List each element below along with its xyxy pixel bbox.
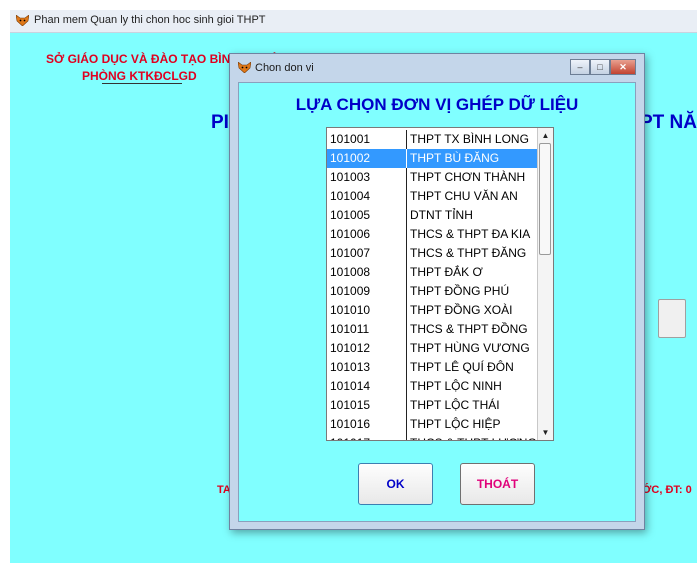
unit-code: 101017: [327, 434, 406, 440]
list-item[interactable]: 101003 THPT CHƠN THÀNH: [327, 168, 537, 187]
vertical-scrollbar[interactable]: ▲ ▼: [537, 128, 553, 440]
scroll-thumb[interactable]: [539, 143, 551, 255]
list-item[interactable]: 101016 THPT LỘC HIỆP: [327, 415, 537, 434]
dialog-title-bar[interactable]: Chon don vi – □ ✕: [230, 54, 644, 82]
select-unit-dialog: Chon don vi – □ ✕ LỰA CHỌN ĐƠN VỊ GHÉP D…: [229, 53, 645, 530]
unit-name: THPT ĐẮK Ơ: [406, 263, 537, 282]
footer-right: ỚC, ĐT: 0: [642, 484, 692, 496]
unit-code: 101009: [330, 284, 371, 298]
unit-name: THPT LỘC THÁI: [406, 396, 537, 415]
department-header-line2: PHÒNG KTKĐCLGD: [82, 69, 197, 83]
unit-name: THPT LÊ QUÍ ĐÔN: [406, 358, 537, 377]
unit-name: THPT BÙ ĐĂNG: [406, 149, 537, 168]
close-button[interactable]: ✕: [610, 59, 636, 75]
minimize-icon: –: [577, 61, 583, 72]
fox-icon: [238, 62, 251, 73]
maximize-button[interactable]: □: [590, 59, 610, 75]
unit-code: 101004: [330, 189, 371, 203]
list-item[interactable]: 101009 THPT ĐỒNG PHÚ: [327, 282, 537, 301]
scroll-up-icon[interactable]: ▲: [538, 128, 553, 143]
unit-code: 101008: [330, 265, 371, 279]
list-item[interactable]: 101011 THCS & THPT ĐỒNG: [327, 320, 537, 339]
main-window-title: Phan mem Quan ly thi chon hoc sinh gioi …: [34, 14, 266, 26]
unit-code: 101001: [330, 132, 371, 146]
unit-code: 101003: [330, 170, 371, 184]
list-item[interactable]: 101010 THPT ĐỒNG XOÀI: [327, 301, 537, 320]
unit-code: 101006: [330, 227, 371, 241]
list-item[interactable]: 101005 DTNT TỈNH: [327, 206, 537, 225]
ok-button[interactable]: OK: [358, 463, 433, 505]
unit-name: THPT ĐỒNG XOÀI: [406, 301, 537, 320]
unit-code: 101016: [330, 417, 371, 431]
unit-name: THPT HÙNG VƯƠNG: [406, 339, 537, 358]
background-button[interactable]: [658, 299, 686, 338]
main-heading-right: PT NĂ: [640, 112, 697, 133]
maximize-icon: □: [597, 61, 603, 72]
unit-name: DTNT TỈNH: [406, 206, 537, 225]
scroll-down-icon[interactable]: ▼: [538, 425, 553, 440]
list-item[interactable]: 101006 THCS & THPT ĐA KIA: [327, 225, 537, 244]
unit-code: 101002: [330, 151, 371, 165]
list-item[interactable]: 101013 THPT LÊ QUÍ ĐÔN: [327, 358, 537, 377]
list-item[interactable]: 101015 THPT LỘC THÁI: [327, 396, 537, 415]
unit-code: 101011: [330, 322, 370, 336]
list-item[interactable]: 101017THCS & THPT LƯƠNG: [327, 434, 537, 440]
list-item[interactable]: 101004 THPT CHU VĂN AN: [327, 187, 537, 206]
unit-name: THCS & THPT ĐỒNG: [406, 320, 537, 339]
list-item[interactable]: 101007 THCS & THPT ĐĂNG: [327, 244, 537, 263]
dialog-body: LỰA CHỌN ĐƠN VỊ GHÉP DỮ LIỆU 101001 THPT …: [238, 82, 636, 522]
fox-icon: [16, 15, 29, 26]
main-heading-left: PI: [211, 112, 229, 133]
main-title-bar[interactable]: Phan mem Quan ly thi chon hoc sinh gioi …: [10, 10, 697, 33]
unit-name: THPT ĐỒNG PHÚ: [406, 282, 537, 301]
unit-name: THPT LỘC HIỆP: [406, 415, 537, 434]
window-controls: – □ ✕: [570, 59, 636, 75]
unit-name: THCS & THPT ĐA KIA: [406, 225, 537, 244]
list-item[interactable]: 101001 THPT TX BÌNH LONG: [327, 130, 537, 149]
unit-code: 101015: [330, 398, 371, 412]
unit-code: 101007: [330, 246, 371, 260]
unit-name: THPT CHU VĂN AN: [406, 187, 537, 206]
unit-listbox[interactable]: 101001 THPT TX BÌNH LONG 101002 THPT BÙ ĐĂN…: [326, 127, 554, 441]
unit-code: 101012: [330, 341, 371, 355]
dialog-title: Chon don vi: [255, 62, 314, 74]
list-item[interactable]: 101002 THPT BÙ ĐĂNG: [327, 149, 537, 168]
unit-name: THPT CHƠN THÀNH: [406, 168, 537, 187]
header-divider: [102, 83, 182, 84]
unit-code: 101010: [330, 303, 371, 317]
unit-code: 101013: [330, 360, 371, 374]
unit-name: THCS & THPT ĐĂNG: [406, 244, 537, 263]
close-icon: ✕: [619, 61, 627, 72]
list-item[interactable]: 101014 THPT LỘC NINH: [327, 377, 537, 396]
dialog-heading: LỰA CHỌN ĐƠN VỊ GHÉP DỮ LIỆU: [295, 95, 579, 114]
unit-name: THCS & THPT LƯƠNG: [406, 434, 537, 440]
list-item[interactable]: 101008 THPT ĐẮK Ơ: [327, 263, 537, 282]
unit-name: THPT TX BÌNH LONG: [406, 130, 537, 149]
unit-list: 101001 THPT TX BÌNH LONG 101002 THPT BÙ ĐĂN…: [327, 130, 537, 440]
unit-code: 101014: [330, 379, 371, 393]
list-item[interactable]: 101012 THPT HÙNG VƯƠNG: [327, 339, 537, 358]
unit-name: THPT LỘC NINH: [406, 377, 537, 396]
unit-code: 101005: [330, 208, 371, 222]
minimize-button[interactable]: –: [570, 59, 590, 75]
exit-button[interactable]: THOÁT: [460, 463, 535, 505]
